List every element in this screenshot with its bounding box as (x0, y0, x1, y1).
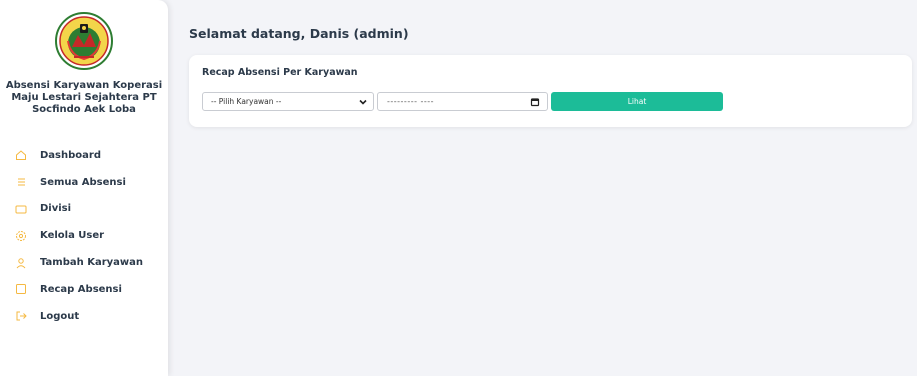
sidebar-item-tambah-karyawan[interactable]: Tambah Karyawan (0, 249, 168, 276)
sidebar-item-label: Kelola User (40, 230, 105, 242)
sidebar-item-label: Divisi (40, 203, 72, 215)
sidebar-item-divisi[interactable]: Divisi (0, 196, 168, 223)
recap-card: Recap Absensi Per Karyawan -- Pilih Kary… (189, 55, 912, 127)
sidebar-item-recap-absensi[interactable]: Recap Absensi (0, 276, 168, 303)
sidebar-item-logout[interactable]: Logout (0, 303, 168, 330)
sidebar-item-semua-absensi[interactable]: Semua Absensi (0, 169, 168, 196)
sidebar-item-label: Logout (40, 310, 80, 322)
employee-select-value: -- Pilih Karyawan -- (211, 97, 282, 106)
sidebar-item-label: Dashboard (40, 149, 101, 161)
page-title: Selamat datang, Danis (admin) (189, 26, 409, 41)
cooperative-seal-logo (54, 11, 114, 71)
brand-title: Absensi Karyawan Koperasi Maju Lestari S… (5, 80, 163, 115)
card-title: Recap Absensi Per Karyawan (202, 67, 358, 78)
lihat-button[interactable]: Lihat (551, 92, 723, 111)
date-input-value: --------- ---- (387, 97, 435, 106)
sidebar-item-kelola-user[interactable]: Kelola User (0, 222, 168, 249)
gear-icon (14, 229, 28, 243)
user-icon (14, 256, 28, 270)
logout-icon (14, 309, 28, 323)
sidebar-item-label: Semua Absensi (40, 176, 126, 188)
date-input[interactable]: --------- ---- (377, 92, 548, 111)
home-icon (14, 148, 28, 162)
sidebar-item-dashboard[interactable]: Dashboard (0, 142, 168, 169)
employee-select[interactable]: -- Pilih Karyawan -- (202, 92, 374, 111)
chevron-down-icon (358, 97, 368, 107)
folder-icon (14, 202, 28, 216)
sidebar-nav: Dashboard Semua Absensi Divisi Kelola Us… (0, 142, 168, 330)
list-icon (14, 175, 28, 189)
sidebar: Absensi Karyawan Koperasi Maju Lestari S… (0, 0, 168, 376)
square-icon (14, 282, 28, 296)
sidebar-item-label: Recap Absensi (40, 283, 122, 295)
calendar-icon[interactable] (530, 97, 540, 107)
sidebar-item-label: Tambah Karyawan (40, 257, 144, 269)
